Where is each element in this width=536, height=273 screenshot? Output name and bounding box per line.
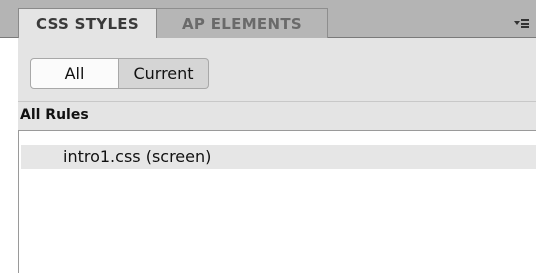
list-item[interactable]: intro1.css (screen) bbox=[21, 145, 536, 169]
menu-arrow-icon bbox=[514, 21, 520, 25]
tab-css-styles[interactable]: CSS STYLES bbox=[18, 8, 157, 39]
view-toggle-bar: All Current bbox=[18, 38, 536, 101]
panel-options-icon[interactable] bbox=[514, 19, 529, 29]
rules-list: intro1.css (screen) bbox=[18, 130, 536, 273]
panel-tab-bar: CSS STYLES AP ELEMENTS bbox=[0, 0, 536, 39]
css-styles-panel: CSS STYLES AP ELEMENTS All Current All R… bbox=[0, 0, 536, 273]
left-margin bbox=[0, 0, 18, 273]
all-mode-button[interactable]: All bbox=[30, 58, 119, 89]
tab-ap-elements[interactable]: AP ELEMENTS bbox=[157, 8, 328, 38]
all-rules-header: All Rules bbox=[18, 101, 536, 130]
menu-lines-icon bbox=[521, 19, 529, 28]
current-mode-button[interactable]: Current bbox=[119, 58, 209, 89]
